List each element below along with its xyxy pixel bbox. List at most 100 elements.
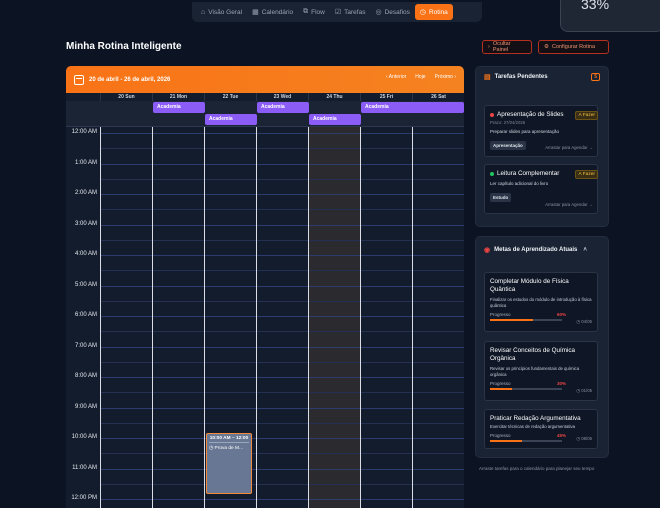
- time-label: 7:00 AM: [74, 342, 97, 349]
- progress-fill: [490, 388, 512, 390]
- hour-line: [100, 346, 464, 348]
- progress-label: Progresso: [490, 381, 511, 386]
- hour-line: [100, 377, 464, 378]
- day-column-divider: [204, 127, 205, 508]
- learning-goals-panel: ◉ Metas de Aprendizado Atuais ˄ Completa…: [475, 236, 609, 458]
- day-header[interactable]: 24 Thu: [308, 93, 360, 101]
- day-header[interactable]: 21 Mon: [152, 93, 204, 101]
- hour-line: [100, 468, 464, 470]
- day-column-divider: [360, 127, 361, 508]
- goal-card[interactable]: Completar Módulo de Física Quântica Fina…: [484, 272, 598, 332]
- half-hour-line: [100, 331, 464, 333]
- hour-line: [100, 316, 464, 317]
- chevron-up-icon[interactable]: ˄: [583, 247, 587, 253]
- progress-percent: 30%: [556, 381, 566, 386]
- hide-panel-button[interactable]: › Ocultar Painel: [482, 40, 532, 54]
- prev-label: Anterior: [388, 74, 407, 80]
- progress-fill: [490, 439, 523, 442]
- task-title: Leitura Complementar: [497, 170, 560, 177]
- button-label: Ocultar Painel: [492, 41, 511, 53]
- hour-line: [100, 407, 464, 409]
- calendar-header: 20 de abril - 26 de abril, 2026 ‹ Anteri…: [66, 66, 464, 93]
- calendar-event[interactable]: Academia: [153, 102, 205, 113]
- time-grid[interactable]: 12:00 AM 1:00 AM 2:00 AM 3:00 AM 4:00 AM 5:00…: [66, 127, 464, 508]
- day-column-divider: [256, 127, 257, 508]
- day-header[interactable]: 20 Sun: [100, 93, 152, 101]
- calendar-event[interactable]: Academia: [205, 114, 257, 125]
- task-title: Apresentação de Slides: [497, 111, 564, 118]
- all-day-row: Academia Academia Academia Academia Acad…: [66, 101, 464, 127]
- button-label: Configurar Rotina: [551, 44, 596, 50]
- today-button[interactable]: Hoje: [415, 74, 425, 80]
- main-nav: ⌂ Visão Geral ▦ Calendário ⧉ Flow ☑ Tarefas …: [192, 2, 482, 22]
- tab-tarefas[interactable]: ☑ Tarefas: [330, 4, 371, 20]
- clipboard-icon: ▤: [484, 74, 491, 81]
- tab-visao-geral[interactable]: ⌂ Visão Geral: [196, 4, 247, 20]
- week-calendar: 20 de abril - 26 de abril, 2026 ‹ Anteri…: [66, 66, 464, 508]
- tab-flow[interactable]: ⧉ Flow: [298, 4, 330, 20]
- half-hour-line: [100, 483, 464, 485]
- half-hour-line: [100, 361, 464, 363]
- day-headers: 20 Sun 21 Mon 22 Tue 23 Wed 24 Thu 25 Fr…: [100, 93, 464, 101]
- time-label: 3:00 AM: [74, 220, 97, 227]
- day-header[interactable]: 25 Fri: [360, 93, 412, 101]
- calendar-event-block[interactable]: 10:00 AM – 12:00 ◷ Prova de M...: [206, 433, 252, 494]
- tab-calendario[interactable]: ▦ Calendário: [247, 4, 298, 20]
- panel-title: Tarefas Pendentes: [494, 74, 548, 80]
- calendar-event[interactable]: Academia: [361, 102, 464, 113]
- drag-to-schedule-link[interactable]: Arrastar para Agendar →: [545, 145, 593, 150]
- day-column-divider: [308, 127, 309, 508]
- goal-card[interactable]: Praticar Redação Argumentativa Exercitar…: [484, 409, 598, 449]
- today-column: [309, 127, 360, 508]
- calendar-icon: [74, 74, 84, 85]
- hour-line: [100, 285, 464, 287]
- goal-title: Revisar Conceitos de Química Orgânica: [490, 347, 576, 362]
- task-desc: Ler capítulo adicional do livro: [490, 181, 549, 186]
- time-label: 1:00 AM: [74, 159, 97, 166]
- configure-routine-button[interactable]: ⚙ Configurar Rotina: [538, 40, 609, 54]
- priority-dot: [490, 171, 494, 176]
- pending-tasks-panel: ▤ Tarefas Pendentes 5 Apresentação de Sl…: [475, 66, 609, 227]
- day-header[interactable]: 23 Wed: [256, 93, 308, 101]
- time-label: 12:00 AM: [71, 129, 97, 135]
- status-badge: A Fazer: [575, 111, 598, 120]
- time-label: 8:00 AM: [74, 373, 97, 379]
- hour-line: [100, 224, 464, 226]
- day-column-divider: [412, 127, 413, 508]
- task-card[interactable]: Leitura Complementar A Fazer Ler capítul…: [484, 164, 598, 214]
- calendar-event[interactable]: Academia: [309, 114, 361, 125]
- goal-title: Praticar Redação Argumentativa: [490, 415, 581, 422]
- task-count-badge: 5: [591, 73, 600, 81]
- tab-rotina[interactable]: ◷ Rotina: [414, 4, 453, 20]
- progress-bar: [490, 388, 562, 390]
- tab-label: Flow: [311, 8, 325, 16]
- half-hour-line: [100, 422, 464, 424]
- hour-line: [100, 194, 464, 195]
- progress-label: Progresso: [490, 432, 511, 438]
- task-desc: Preparar slides para apresentação: [490, 129, 560, 134]
- half-hour-line: [100, 453, 464, 455]
- day-column-divider: [152, 127, 153, 508]
- hour-line: [100, 499, 464, 500]
- half-hour-line: [100, 239, 464, 241]
- tab-desafios[interactable]: ◎ Desafios: [370, 4, 414, 20]
- calendar-event[interactable]: Academia: [257, 102, 309, 113]
- half-hour-line: [100, 148, 464, 150]
- time-label: 4:00 AM: [74, 251, 97, 257]
- chevron-right-icon: ›: [488, 44, 490, 50]
- tab-label: Visão Geral: [208, 8, 243, 16]
- day-header[interactable]: 26 Sat: [412, 93, 464, 101]
- time-label: 12:00 PM: [71, 495, 97, 501]
- event-time: 10:00 AM – 12:00: [209, 436, 249, 443]
- task-card[interactable]: Apresentação de Slides A Fazer Prazo: 27…: [484, 105, 598, 157]
- drag-to-schedule-link[interactable]: Arrastar para Agendar →: [545, 202, 593, 207]
- home-icon: ⌂: [201, 8, 206, 16]
- day-header[interactable]: 22 Tue: [204, 93, 256, 101]
- page-title: Minha Rotina Inteligente: [66, 41, 182, 52]
- progress-bar: [490, 319, 562, 321]
- goal-card[interactable]: Revisar Conceitos de Química Orgânica Re…: [484, 341, 598, 401]
- hour-line: [100, 133, 464, 134]
- next-week-button[interactable]: Próximo ›: [435, 74, 456, 80]
- prev-week-button[interactable]: ‹ Anterior: [386, 74, 406, 80]
- hour-line: [100, 438, 464, 439]
